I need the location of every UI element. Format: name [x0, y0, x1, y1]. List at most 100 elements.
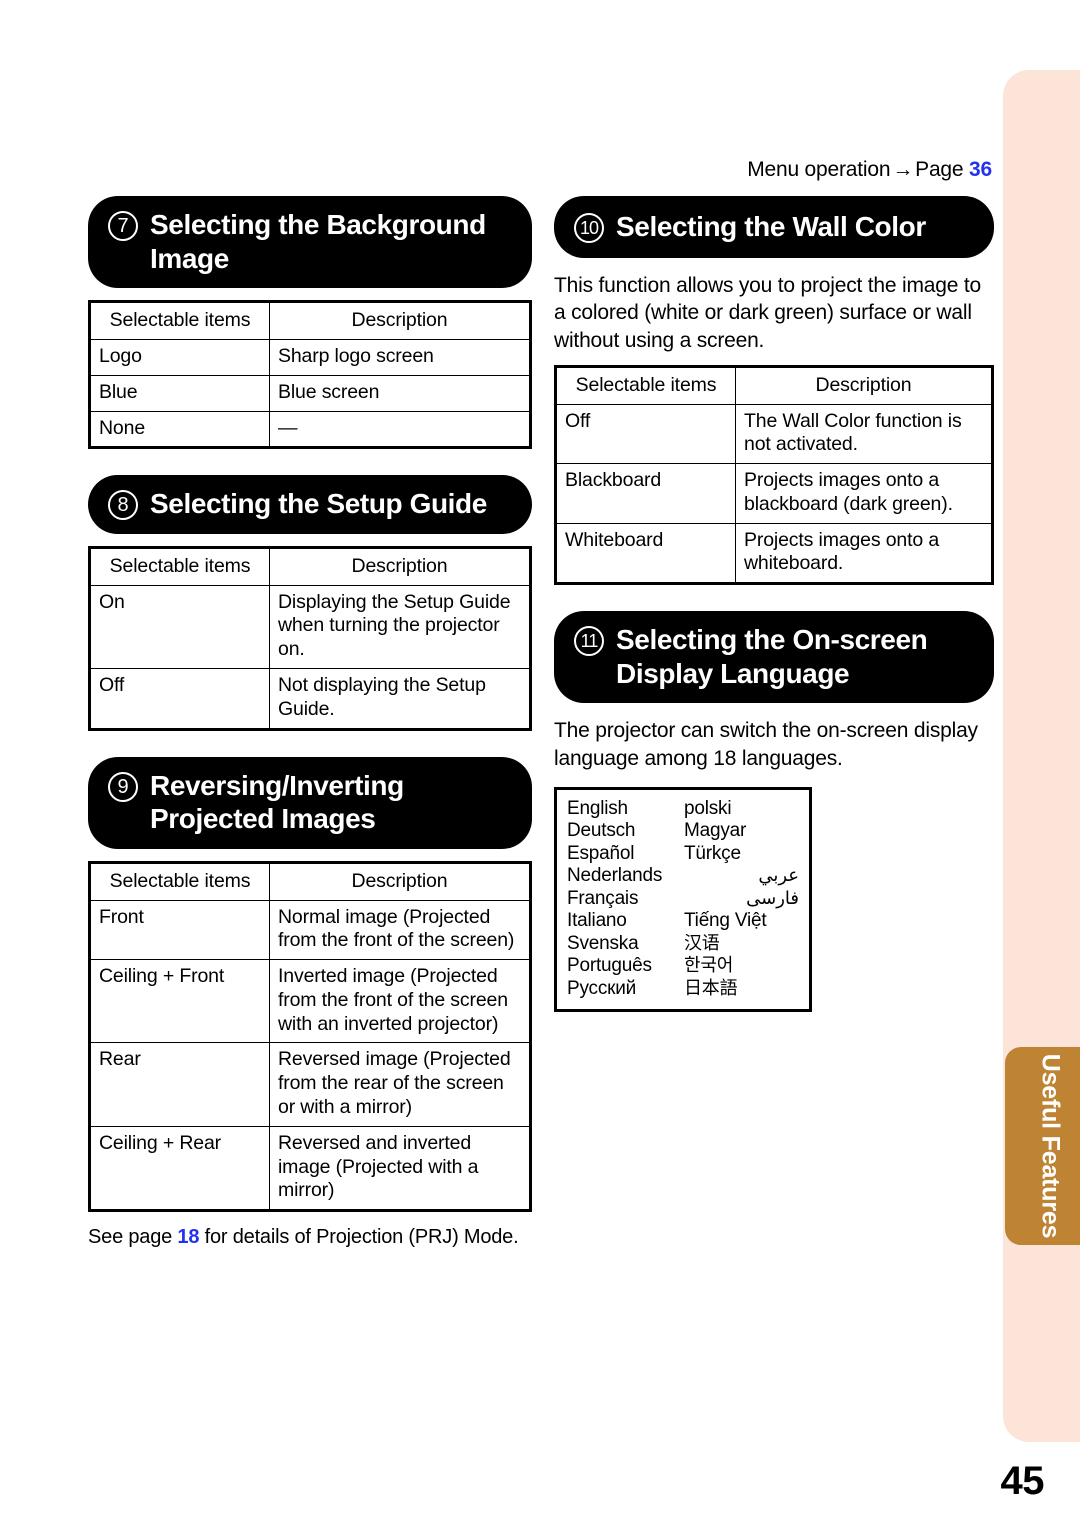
table-row: None —	[89, 410, 531, 449]
language-item: Italiano	[567, 910, 627, 932]
column-header-description: Description	[269, 861, 531, 901]
cell-item: Off	[555, 403, 736, 465]
table-header-row: Selectable items Description	[555, 365, 993, 405]
cell-item: Off	[89, 668, 270, 730]
language-item: 한국어	[683, 955, 734, 977]
table-header-row: Selectable items Description	[89, 861, 531, 901]
section-title-background-image: Selecting the Background Image	[150, 209, 486, 274]
cell-description: Sharp logo screen	[269, 338, 531, 376]
section-heading-reversing-inverting: 9 Reversing/Inverting Projected Images	[88, 756, 532, 849]
language-item: polski	[683, 797, 732, 819]
language-item: 汉语	[683, 932, 720, 954]
section-number-7: 7	[108, 211, 138, 241]
menu-operation-middle: Page	[915, 158, 964, 181]
projection-mode-note: See page 18 for details of Projection (P…	[88, 1226, 532, 1249]
column-header-description: Description	[735, 365, 993, 405]
cell-description: Not displaying the Setup Guide.	[269, 668, 531, 730]
table-row: Rear Reversed image (Projected from the …	[89, 1042, 531, 1127]
language-item: Español	[567, 842, 635, 864]
table-row: Whiteboard Projects images onto a whiteb…	[555, 522, 993, 585]
language-item: Français	[567, 887, 639, 909]
page-number: 45	[1000, 1459, 1045, 1503]
cell-item: Ceiling + Rear	[89, 1125, 270, 1212]
language-list-box: English Deutsch Español Nederlands Franç…	[554, 786, 812, 1013]
language-item: Tiếng Việt	[683, 910, 767, 932]
section-title-reversing-inverting: Reversing/Inverting Projected Images	[150, 769, 404, 835]
column-header-description: Description	[269, 546, 531, 586]
cell-description: Normal image (Projected from the front o…	[269, 899, 531, 961]
display-language-intro: The projector can switch the on-screen d…	[554, 719, 978, 771]
table-header-row: Selectable items Description	[89, 546, 531, 586]
section-number-11: 11	[574, 626, 604, 657]
section-title-display-language: Selecting the On-screen Display Language	[616, 624, 928, 689]
language-item: Magyar	[683, 820, 747, 842]
column-header-selectable-items: Selectable items	[555, 365, 736, 405]
page-reference-36: 36	[969, 158, 992, 181]
note-suffix: for details of Projection (PRJ) Mode.	[204, 1226, 519, 1249]
column-header-selectable-items: Selectable items	[89, 546, 270, 586]
language-item: Svenska	[567, 932, 639, 954]
table-row: Blackboard Projects images onto a blackb…	[555, 463, 993, 524]
language-column-left: English Deutsch Español Nederlands Franç…	[567, 798, 684, 1001]
language-item: 日本語	[683, 977, 738, 999]
right-column: 10 Selecting the Wall Color This functio…	[554, 196, 994, 1013]
page-canvas: Useful Features Menu operation→Page 36 7…	[0, 0, 1080, 1532]
section-thumb-tab-label: Useful Features	[1036, 1053, 1065, 1239]
cell-description: Projects images onto a blackboard (dark …	[735, 463, 993, 524]
table-row: Blue Blue screen	[89, 374, 531, 412]
table-row: On Displaying the Setup Guide when turni…	[89, 584, 531, 670]
table-setup-guide: Selectable items Description On Displayi…	[88, 545, 532, 731]
language-column-right: polski Magyar Türkçe عربي فارسی Tiếng Vi…	[684, 798, 799, 1001]
language-item: Deutsch	[567, 820, 636, 842]
cell-description: Reversed image (Projected from the rear …	[269, 1042, 531, 1127]
right-arrow-icon: →	[892, 158, 914, 181]
menu-operation-reference: Menu operation→Page 36	[550, 158, 992, 182]
column-header-selectable-items: Selectable items	[89, 301, 270, 340]
language-item: Português	[567, 955, 652, 977]
cell-item: On	[89, 584, 270, 670]
section-thumb-tab: Useful Features	[1005, 1047, 1080, 1245]
left-column: 7 Selecting the Background Image Selecta…	[88, 196, 532, 1249]
cell-description: —	[269, 410, 531, 449]
section-heading-background-image: 7 Selecting the Background Image	[88, 196, 532, 289]
cell-item: Whiteboard	[555, 522, 736, 585]
cell-item: Ceiling + Front	[89, 959, 270, 1044]
section-heading-display-language: 11 Selecting the On-screen Display Langu…	[554, 611, 994, 704]
table-row: Front Normal image (Projected from the f…	[89, 899, 531, 961]
cell-item: Blackboard	[555, 463, 736, 524]
page-reference-18: 18	[177, 1226, 200, 1249]
cell-description: The Wall Color function is not activated…	[735, 403, 993, 465]
column-header-selectable-items: Selectable items	[89, 861, 270, 901]
table-row: Off Not displaying the Setup Guide.	[89, 668, 531, 730]
section-title-setup-guide: Selecting the Setup Guide	[150, 488, 487, 520]
table-header-row: Selectable items Description	[89, 301, 531, 340]
language-item: Türkçe	[683, 842, 741, 864]
table-background-image: Selectable items Description Logo Sharp …	[88, 300, 532, 450]
cell-item: Blue	[89, 374, 270, 412]
section-heading-setup-guide: 8 Selecting the Setup Guide	[88, 475, 532, 534]
menu-operation-prefix: Menu operation	[747, 158, 891, 181]
language-item: عربي	[758, 865, 799, 887]
table-row: Ceiling + Front Inverted image (Projecte…	[89, 959, 531, 1044]
table-wall-color: Selectable items Description Off The Wal…	[554, 364, 994, 586]
cell-item: Rear	[89, 1042, 270, 1127]
table-row: Off The Wall Color function is not activ…	[555, 403, 993, 465]
table-row: Logo Sharp logo screen	[89, 338, 531, 376]
section-heading-wall-color: 10 Selecting the Wall Color	[554, 196, 994, 258]
language-item: فارسی	[746, 887, 799, 909]
cell-item: Front	[89, 899, 270, 961]
table-row: Ceiling + Rear Reversed and inverted ima…	[89, 1125, 531, 1212]
language-item: English	[567, 797, 628, 819]
cell-description: Displaying the Setup Guide when turning …	[269, 584, 531, 670]
cell-description: Blue screen	[269, 374, 531, 412]
note-prefix: See page	[88, 1226, 173, 1249]
cell-description: Inverted image (Projected from the front…	[269, 959, 531, 1044]
cell-item: None	[89, 410, 270, 449]
cell-description: Projects images onto a whiteboard.	[735, 522, 993, 585]
wall-color-intro: This function allows you to project the …	[554, 273, 981, 353]
column-header-description: Description	[269, 301, 531, 340]
language-item: Nederlands	[567, 865, 663, 887]
cell-item: Logo	[89, 338, 270, 376]
section-title-wall-color: Selecting the Wall Color	[616, 211, 926, 242]
section-number-9: 9	[108, 771, 138, 802]
